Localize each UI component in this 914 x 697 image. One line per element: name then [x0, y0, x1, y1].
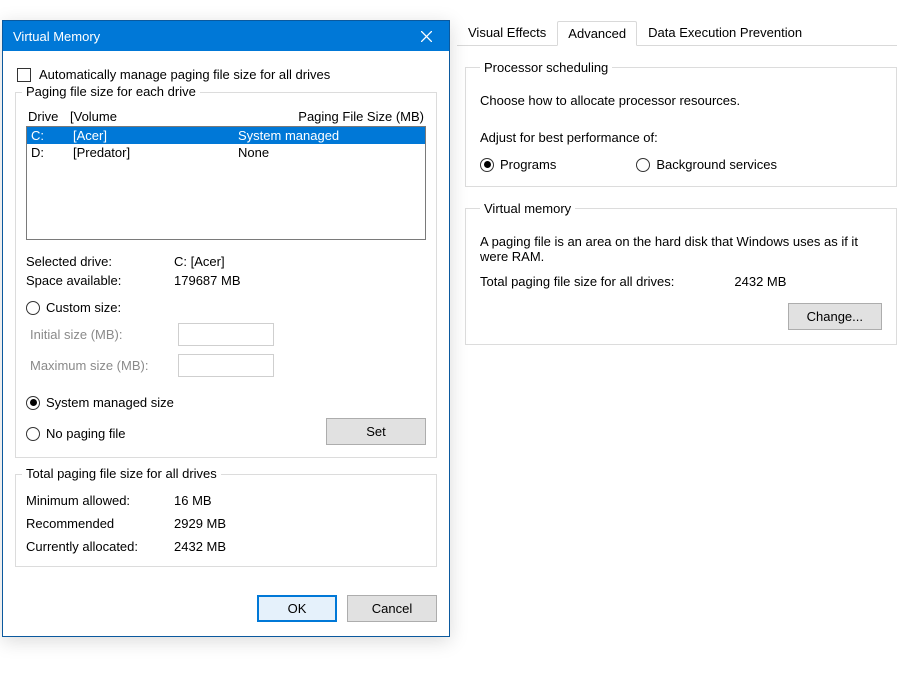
group-title: Total paging file size for all drives — [22, 466, 221, 481]
close-icon — [421, 31, 432, 42]
paging-file-per-drive-group: Paging file size for each drive Drive [V… — [15, 92, 437, 458]
drive-letter: D: — [31, 145, 73, 160]
auto-manage-checkbox[interactable]: Automatically manage paging file size fo… — [17, 67, 437, 82]
dialog-title: Virtual Memory — [13, 29, 100, 44]
drive-paging-size: None — [238, 145, 421, 160]
hdr-drive: Drive — [28, 109, 70, 124]
virtual-memory-legend: Virtual memory — [480, 201, 575, 216]
set-button[interactable]: Set — [326, 418, 426, 445]
maximum-size-input — [178, 354, 274, 377]
radio-icon — [26, 396, 40, 410]
drive-paging-size: System managed — [238, 128, 421, 143]
radio-icon — [636, 158, 650, 172]
virtual-memory-dialog: Virtual Memory Automatically manage pagi… — [2, 20, 450, 637]
drive-list-headers: Drive [Volume Paging File Size (MB) — [28, 109, 424, 124]
recommended-value: 2929 MB — [174, 516, 426, 531]
drive-list[interactable]: C:[Acer]System managedD:[Predator]None — [26, 126, 426, 240]
vm-total-value: 2432 MB — [734, 274, 786, 289]
recommended-label: Recommended — [26, 516, 174, 531]
radio-system-managed[interactable]: System managed size — [26, 395, 426, 410]
drive-volume: [Predator] — [73, 145, 238, 160]
min-allowed-label: Minimum allowed: — [26, 493, 174, 508]
radio-background-services[interactable]: Background services — [636, 157, 777, 172]
tab-visual-effects[interactable]: Visual Effects — [457, 20, 557, 45]
change-button[interactable]: Change... — [788, 303, 882, 330]
drive-row[interactable]: D:[Predator]None — [27, 144, 425, 161]
totals-group: Total paging file size for all drives Mi… — [15, 474, 437, 567]
processor-scheduling-group: Processor scheduling Choose how to alloc… — [465, 60, 897, 187]
ok-button[interactable]: OK — [257, 595, 337, 622]
radio-no-paging-file-label: No paging file — [46, 426, 126, 441]
processor-scheduling-desc: Choose how to allocate processor resourc… — [480, 93, 882, 108]
drive-volume: [Acer] — [73, 128, 238, 143]
radio-no-paging-file[interactable]: No paging file — [26, 426, 326, 441]
currently-allocated-value: 2432 MB — [174, 539, 426, 554]
selected-drive-value: C: [Acer] — [174, 254, 426, 269]
radio-icon — [26, 427, 40, 441]
currently-allocated-label: Currently allocated: — [26, 539, 174, 554]
selected-drive-label: Selected drive: — [26, 254, 174, 269]
space-available-value: 179687 MB — [174, 273, 426, 288]
cancel-button[interactable]: Cancel — [347, 595, 437, 622]
radio-icon — [480, 158, 494, 172]
hdr-size: Paging File Size (MB) — [298, 109, 424, 124]
hdr-volume: [Volume — [70, 109, 298, 124]
radio-custom-size-label: Custom size: — [46, 300, 121, 315]
group-title: Paging file size for each drive — [22, 84, 200, 99]
drive-row[interactable]: C:[Acer]System managed — [27, 127, 425, 144]
radio-custom-size[interactable]: Custom size: — [26, 300, 426, 315]
drive-letter: C: — [31, 128, 73, 143]
maximum-size-label: Maximum size (MB): — [30, 358, 178, 373]
processor-scheduling-legend: Processor scheduling — [480, 60, 612, 75]
radio-system-managed-label: System managed size — [46, 395, 174, 410]
tab-advanced[interactable]: Advanced — [557, 21, 637, 46]
min-allowed-value: 16 MB — [174, 493, 426, 508]
dialog-buttons: OK Cancel — [3, 581, 449, 636]
close-button[interactable] — [404, 21, 449, 51]
radio-icon — [26, 301, 40, 315]
perf-tabs: Visual Effects Advanced Data Execution P… — [457, 20, 897, 46]
radio-background-label: Background services — [656, 157, 777, 172]
space-available-label: Space available: — [26, 273, 174, 288]
initial-size-label: Initial size (MB): — [30, 327, 178, 342]
initial-size-input — [178, 323, 274, 346]
vm-total-label: Total paging file size for all drives: — [480, 274, 674, 289]
performance-options-panel: Visual Effects Advanced Data Execution P… — [457, 20, 897, 355]
radio-programs-label: Programs — [500, 157, 556, 172]
auto-manage-label: Automatically manage paging file size fo… — [39, 67, 330, 82]
titlebar: Virtual Memory — [3, 21, 449, 51]
virtual-memory-desc: A paging file is an area on the hard dis… — [480, 234, 882, 264]
radio-programs[interactable]: Programs — [480, 157, 556, 172]
adjust-label: Adjust for best performance of: — [480, 130, 882, 145]
virtual-memory-group: Virtual memory A paging file is an area … — [465, 201, 897, 345]
tab-dep[interactable]: Data Execution Prevention — [637, 20, 813, 45]
checkbox-icon — [17, 68, 31, 82]
